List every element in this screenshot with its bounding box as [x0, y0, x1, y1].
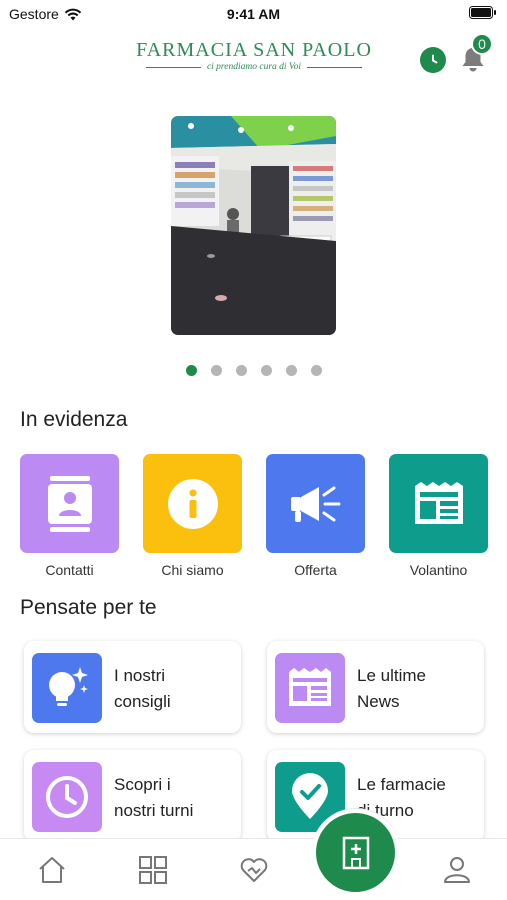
- profile-icon: [444, 857, 470, 883]
- nav-wellness[interactable]: [237, 853, 271, 887]
- carousel-pagination[interactable]: [0, 365, 507, 376]
- carousel-dot[interactable]: [210, 365, 222, 376]
- clock-icon: [432, 54, 438, 64]
- pharmacy-interior-photo: [171, 116, 336, 335]
- carousel-dot[interactable]: [310, 365, 322, 376]
- lightbulb-icon: [49, 667, 88, 706]
- tile-offerta-box[interactable]: [266, 454, 365, 553]
- card-icon-box: [275, 653, 345, 723]
- card-icon-box: [32, 762, 102, 832]
- tile-contatti[interactable]: Contatti: [20, 454, 119, 578]
- logo-rule-right: [307, 66, 363, 68]
- highlights-title: In evidenza: [20, 408, 128, 431]
- notification-count-badge: 0: [471, 33, 493, 55]
- bottom-navigation: [0, 838, 507, 900]
- card-icon-box: [32, 653, 102, 723]
- tile-contatti-box[interactable]: [20, 454, 119, 553]
- card-label-line: consigli: [114, 692, 171, 711]
- contact-book-icon: [47, 475, 92, 532]
- carousel-dot[interactable]: [260, 365, 272, 376]
- tile-label: Chi siamo: [161, 562, 224, 578]
- tile-label: Volantino: [409, 562, 468, 578]
- clock-icon: [46, 776, 88, 818]
- card-consigli[interactable]: I nostri consigli: [24, 641, 241, 733]
- card-label-line: Le ultime: [357, 666, 426, 685]
- card-label-line: nostri turni: [114, 801, 194, 820]
- card-news[interactable]: Le ultime News: [267, 641, 484, 733]
- battery-icon: [469, 6, 496, 19]
- carousel-dot[interactable]: [235, 365, 247, 376]
- card-turni[interactable]: Scopri i nostri turni: [24, 750, 241, 842]
- carousel-dot[interactable]: [185, 365, 197, 376]
- pharmacy-icon: [342, 836, 369, 869]
- nav-grid[interactable]: [136, 853, 170, 887]
- info-icon: [167, 478, 218, 529]
- tile-volantino[interactable]: Volantino: [389, 454, 488, 578]
- heart-icon: [240, 858, 268, 882]
- opening-hours-button[interactable]: [420, 47, 446, 73]
- tile-offerta[interactable]: Offerta: [266, 454, 365, 578]
- carousel-dot[interactable]: [285, 365, 297, 376]
- store-photo-carousel[interactable]: [171, 116, 336, 335]
- grid-icon: [139, 856, 167, 884]
- card-label-line: Le farmacie: [357, 775, 446, 794]
- clock-time: 9:41 AM: [226, 6, 281, 22]
- status-bar: Gestore 9:41 AM: [0, 0, 507, 30]
- app-header: FARMACIA SAN PAOLO ci prendiamo cura di …: [0, 30, 507, 90]
- tile-chi-siamo-box[interactable]: [143, 454, 242, 553]
- pharmacy-logo: FARMACIA SAN PAOLO ci prendiamo cura di …: [134, 39, 374, 72]
- tile-volantino-box[interactable]: [389, 454, 488, 553]
- card-label-line: I nostri: [114, 666, 166, 685]
- tile-chi-siamo[interactable]: Chi siamo: [143, 454, 242, 578]
- news-icon: [289, 668, 331, 706]
- megaphone-icon: [290, 486, 340, 522]
- card-label-line: Scopri i: [114, 775, 171, 794]
- nav-home[interactable]: [35, 853, 69, 887]
- for-you-title: Pensate per te: [20, 596, 157, 619]
- card-label-line: News: [357, 692, 400, 711]
- tile-label: Contatti: [45, 562, 94, 578]
- tile-label: Offerta: [294, 562, 337, 578]
- pharmacy-fab-button[interactable]: [316, 813, 395, 892]
- location-check-icon: [292, 773, 328, 819]
- home-icon: [39, 857, 65, 883]
- logo-rule-left: [145, 66, 201, 68]
- logo-tagline: ci prendiamo cura di Voi: [206, 62, 302, 72]
- flyer-icon: [414, 481, 463, 524]
- logo-name: FARMACIA SAN PAOLO: [136, 39, 372, 61]
- nav-profile[interactable]: [440, 853, 474, 887]
- highlights-grid: Contatti Chi siamo Offerta Volantino: [20, 454, 488, 579]
